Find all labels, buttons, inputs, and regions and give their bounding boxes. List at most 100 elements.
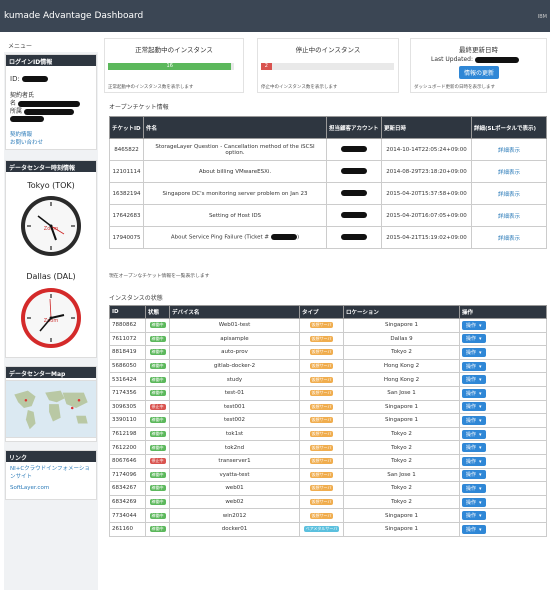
instance-device-name: test-01: [169, 385, 300, 401]
status-badge: 稼働中: [149, 499, 166, 506]
col-location[interactable]: ロケーション: [343, 305, 460, 319]
affiliation-label: 所属: [10, 108, 23, 115]
action-dropdown-button[interactable]: 操作 ▾: [462, 511, 486, 521]
col-type[interactable]: タイプ: [299, 305, 344, 319]
instance-status-cell: 稼働中: [145, 521, 170, 537]
app-title[interactable]: kumade Advantage Dashboard: [4, 11, 143, 21]
type-badge: 仮想サーバ: [309, 363, 334, 370]
instance-type-cell: 仮想サーバ: [299, 331, 344, 347]
type-badge: 仮想サーバ: [309, 403, 334, 410]
ticket-account: [326, 204, 382, 227]
caret-down-icon: ▾: [479, 472, 482, 479]
status-badge: 稼働中: [149, 349, 166, 356]
refresh-button[interactable]: 情報の更新: [459, 66, 500, 79]
instance-location: Tokyo 2: [343, 426, 460, 442]
softlayer-link[interactable]: SoftLayer.com: [10, 485, 49, 491]
contract-info-link[interactable]: 契約情報: [10, 130, 32, 138]
tickets-table: チケットID 件名 担当顧客アカウント 更新日時 詳細(SLポータルで表示) 8…: [109, 116, 547, 249]
action-dropdown-button[interactable]: 操作 ▾: [462, 497, 486, 507]
action-label: 操作: [466, 485, 477, 492]
caret-down-icon: ▾: [479, 404, 482, 411]
col-updated[interactable]: 更新日時: [381, 116, 472, 139]
caret-down-icon: ▾: [479, 431, 482, 438]
instance-id: 3096305: [109, 399, 146, 415]
col-account[interactable]: 担当顧客アカウント: [326, 116, 382, 139]
instance-action-cell: 操作 ▾: [459, 440, 547, 455]
ticket-detail-link[interactable]: 詳細表示: [471, 138, 547, 161]
redacted-affiliation: [23, 108, 74, 115]
ticket-detail-link[interactable]: 詳細表示: [471, 204, 547, 227]
ticket-detail-link[interactable]: 詳細表示: [471, 226, 547, 249]
instance-type-cell: 仮想サーバ: [299, 345, 344, 360]
instance-location: Singapore 1: [343, 318, 460, 333]
instance-type-cell: 仮想サーバ: [299, 358, 344, 374]
ticket-id: 8465822: [109, 138, 144, 161]
ticket-row: 17642683 Setting of Host IDS 2015-04-20T16…: [109, 204, 547, 227]
instance-status-cell: 稼働中: [145, 494, 170, 510]
instance-action-cell: 操作 ▾: [459, 413, 547, 428]
instances-table: ID 状態 デバイス名 タイプ ロケーション 操作 7880862 稼働中 Web0…: [109, 305, 547, 537]
action-dropdown-button[interactable]: 操作 ▾: [462, 334, 486, 344]
action-label: 操作: [466, 499, 477, 506]
action-dropdown-button[interactable]: 操作 ▾: [462, 402, 486, 412]
contact-link[interactable]: お問い合わせ: [10, 138, 43, 146]
world-map-icon[interactable]: [5, 380, 97, 438]
ticket-subject: Singapore DC's monitoring server problem…: [143, 182, 327, 205]
ticket-account: [326, 160, 382, 183]
instance-location: Singapore 1: [343, 521, 460, 537]
action-dropdown-button[interactable]: 操作 ▾: [462, 443, 486, 453]
instance-id: 7612200: [109, 440, 146, 455]
action-dropdown-button[interactable]: 操作 ▾: [462, 375, 486, 385]
instance-location: Hong Kong 2: [343, 372, 460, 387]
status-badge: 稼働中: [149, 471, 166, 478]
action-dropdown-button[interactable]: 操作 ▾: [462, 320, 486, 330]
action-dropdown-button[interactable]: 操作 ▾: [462, 470, 486, 480]
last-update-note: ダッシュボード更新の日時を表示します: [414, 85, 495, 90]
action-label: 操作: [466, 458, 477, 465]
action-dropdown-button[interactable]: 操作 ▾: [462, 361, 486, 371]
caret-down-icon: ▾: [479, 390, 482, 397]
instance-row: 7174356 稼働中 test-01 仮想サーバ San Jose 1 操作 ▾: [109, 385, 547, 401]
action-dropdown-button[interactable]: 操作 ▾: [462, 415, 486, 425]
instance-action-cell: 操作 ▾: [459, 345, 547, 360]
instance-device-name: test001: [169, 399, 300, 415]
action-dropdown-button[interactable]: 操作 ▾: [462, 524, 486, 534]
instance-type-cell: 仮想サーバ: [299, 508, 344, 523]
instance-type-cell: 仮想サーバ: [299, 467, 344, 483]
instance-row: 7612200 稼働中 tok2nd 仮想サーバ Tokyo 2 操作 ▾: [109, 440, 547, 455]
action-dropdown-button[interactable]: 操作 ▾: [462, 429, 486, 439]
col-subject[interactable]: 件名: [143, 116, 327, 139]
instance-location: Tokyo 2: [343, 440, 460, 455]
instance-action-cell: 操作 ▾: [459, 318, 547, 333]
col-instance-id[interactable]: ID: [109, 305, 146, 319]
stopped-count: 2: [261, 63, 272, 70]
col-action[interactable]: 操作: [459, 305, 547, 319]
instance-row: 7612198 稼働中 tok1st 仮想サーバ Tokyo 2 操作 ▾: [109, 426, 547, 442]
instance-location: Singapore 1: [343, 508, 460, 523]
instance-action-cell: 操作 ▾: [459, 453, 547, 469]
col-status[interactable]: 状態: [145, 305, 170, 319]
col-ticket-id[interactable]: チケットID: [109, 116, 144, 139]
instance-status-cell: 停止中: [145, 399, 170, 415]
status-badge: 稼働中: [149, 485, 166, 492]
instance-id: 8067646: [109, 453, 146, 469]
col-device-name[interactable]: デバイス名: [169, 305, 300, 319]
redacted-ticket-ref: [271, 234, 297, 241]
col-detail[interactable]: 詳細(SLポータルで表示): [471, 116, 547, 139]
action-dropdown-button[interactable]: 操作 ▾: [462, 483, 486, 493]
ticket-detail-link[interactable]: 詳細表示: [471, 182, 547, 205]
action-dropdown-button[interactable]: 操作 ▾: [462, 456, 486, 466]
nic-cloud-info-link[interactable]: NI+Cクラウドインフォメーションサイト: [10, 465, 94, 481]
instance-id: 7880862: [109, 318, 146, 333]
instance-action-cell: 操作 ▾: [459, 521, 547, 537]
running-progress-bar: 16: [108, 63, 234, 70]
ticket-row: 17940075 About Service Ping Failure (Tick…: [109, 226, 547, 249]
instance-status-cell: 稼働中: [145, 467, 170, 483]
user-menu[interactable]: IBM: [538, 14, 547, 20]
instance-status-cell: 停止中: [145, 453, 170, 469]
status-badge: 稼働中: [149, 390, 166, 397]
action-dropdown-button[interactable]: 操作 ▾: [462, 347, 486, 357]
ticket-detail-link[interactable]: 詳細表示: [471, 160, 547, 183]
action-dropdown-button[interactable]: 操作 ▾: [462, 388, 486, 398]
instance-id: 7612198: [109, 426, 146, 442]
